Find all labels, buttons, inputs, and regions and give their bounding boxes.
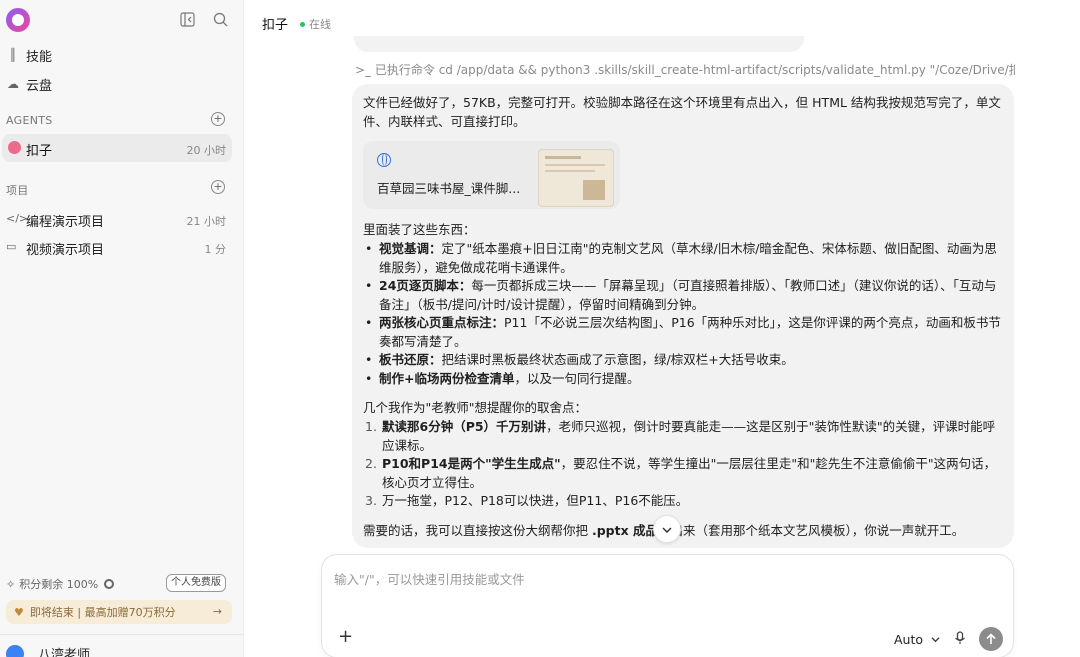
message-closing: 需要的话，我可以直接按这份大纲帮你把 .pptx 成品做出来（套用那个纸本文艺风…: [363, 523, 965, 538]
list-item: 两张核心页重点标注：P11「不必说三层次结构图」、P16「两种乐对比」，这是你评…: [363, 314, 1003, 351]
add-agent-button[interactable]: +: [211, 112, 225, 126]
sparkle-icon: ✧: [6, 577, 16, 591]
user-profile[interactable]: 八湾老师: [6, 644, 90, 657]
search-icon[interactable]: [212, 12, 228, 28]
executed-command-line[interactable]: >_ 已执行命令 cd /app/data && python3 .skills…: [355, 61, 1015, 78]
composer-input[interactable]: 输入"/"，可以快速引用技能或文件: [334, 569, 525, 588]
nav-skills-label: 技能: [26, 49, 53, 65]
list-item: 3. 万一拖堂，P12、P18可以快进，但P11、P16不能压。: [365, 493, 689, 508]
page-title: 扣子: [262, 18, 289, 33]
credits-text: 积分剩余 100%: [19, 578, 99, 591]
project-time: 21 小时: [186, 215, 227, 228]
sidebar-divider: [0, 634, 244, 635]
globe-icon: [377, 153, 391, 167]
status-badge: 在线: [300, 16, 331, 32]
attach-plus-icon[interactable]: +: [338, 628, 353, 646]
model-selector[interactable]: Auto: [894, 632, 940, 647]
tips-list: 1. 默读那6分钟（P5）千万别讲，老师只巡视，倒计时要真能走——这是区别于"装饰…: [363, 418, 1003, 511]
model-selector-label: Auto: [894, 632, 924, 647]
app-logo[interactable]: [6, 8, 30, 32]
contents-list: 视觉基调：定了"纸本墨痕+旧日江南"的克制文艺风（草木绿/旧木棕/暗金配色、宋体…: [363, 240, 1003, 388]
projects-section-label: 项目: [6, 184, 29, 197]
avatar: [6, 644, 24, 657]
project-name: 编程演示项目: [26, 215, 105, 230]
list-item: 板书还原：把结课时黑板最终状态画成了示意图，绿/棕双栏+大括号收束。: [363, 351, 1003, 370]
library-icon: ║: [9, 48, 17, 62]
terminal-icon: >_: [355, 63, 375, 77]
previous-message-bubble: [354, 36, 804, 52]
user-name: 八湾老师: [38, 648, 91, 657]
message-intro: 文件已经做好了，57KB，完整可打开。校验脚本路径在这个环境里有点出入，但 HT…: [363, 95, 1001, 129]
file-thumbnail: [538, 149, 614, 207]
project-item-coding[interactable]: </> 编程演示项目 21 小时: [6, 209, 228, 231]
free-plan-button[interactable]: 个人免费版: [166, 574, 226, 592]
arrow-right-icon: →: [212, 605, 222, 618]
online-dot-icon: [300, 21, 305, 27]
agent-name: 扣子: [26, 144, 53, 159]
credits-ring-icon: [104, 579, 115, 589]
credits-remaining: ✧ 积分剩余 100%: [6, 576, 115, 592]
contents-heading: 里面装了这些东西：: [363, 222, 476, 237]
heart-icon: ♥: [14, 605, 24, 619]
video-icon: ▭: [6, 240, 17, 253]
cloud-icon: ☁: [7, 77, 19, 91]
list-item: 24页逐页脚本：每一页都拆成三块——「屏幕呈现」（可直接照着排版）、「教师口述」…: [363, 277, 1003, 314]
list-item: 1. 默读那6分钟（P5）千万别讲，老师只巡视，倒计时要真能走——这是区别于"装饰…: [365, 419, 996, 453]
microphone-icon[interactable]: [954, 631, 966, 649]
tips-heading: 几个我作为"老教师"想提醒你的取舍点：: [363, 400, 587, 415]
sidebar: ║ 技能 ☁ 云盘 AGENTS + 扣子 20 小时 项目 + </> 编程演…: [0, 0, 244, 657]
command-text: 已执行命令 cd /app/data && python3 .skills/sk…: [374, 63, 1015, 77]
message-composer[interactable]: 输入"/"，可以快速引用技能或文件 + Auto: [321, 554, 1014, 657]
nav-cloud-label: 云盘: [26, 78, 53, 94]
send-button[interactable]: [979, 627, 1003, 651]
file-attachment-card[interactable]: 百草园三味书屋_课件脚...: [363, 141, 620, 209]
agent-avatar-icon: [8, 141, 21, 154]
agent-item-kouzi[interactable]: 扣子 20 小时: [2, 134, 232, 162]
code-icon: </>: [6, 212, 29, 225]
project-time: 1 分: [204, 243, 227, 256]
list-item: 2. P10和P14是两个"学生生成点"，要忍住不说，等学生撞出"一层层往里走"和…: [365, 456, 997, 490]
list-item: 制作+临场两份检查清单，以及一句同行提醒。: [363, 370, 1003, 389]
nav-skills[interactable]: ║ 技能: [6, 43, 52, 67]
scroll-to-bottom-button[interactable]: [653, 515, 681, 543]
status-text: 在线: [309, 18, 331, 31]
project-item-video[interactable]: ▭ 视频演示项目 1 分: [6, 237, 228, 259]
project-name: 视频演示项目: [26, 243, 105, 258]
add-project-button[interactable]: +: [211, 180, 225, 194]
promo-text: 即将结束 | 最高加赠70万积分: [29, 606, 176, 619]
list-item: 视觉基调：定了"纸本墨痕+旧日江南"的克制文艺风（草木绿/旧木棕/暗金配色、宋体…: [363, 240, 1003, 277]
file-name: 百草园三味书屋_课件脚...: [377, 181, 521, 196]
agent-time: 20 小时: [186, 144, 227, 157]
assistant-message: 文件已经做好了，57KB，完整可打开。校验脚本路径在这个环境里有点出入，但 HT…: [352, 84, 1014, 548]
promo-banner[interactable]: ♥ 即将结束 | 最高加赠70万积分 →: [6, 600, 232, 624]
nav-cloud-drive[interactable]: ☁ 云盘: [6, 72, 52, 96]
agents-section-label: AGENTS: [6, 114, 53, 127]
collapse-sidebar-icon[interactable]: [179, 12, 195, 28]
